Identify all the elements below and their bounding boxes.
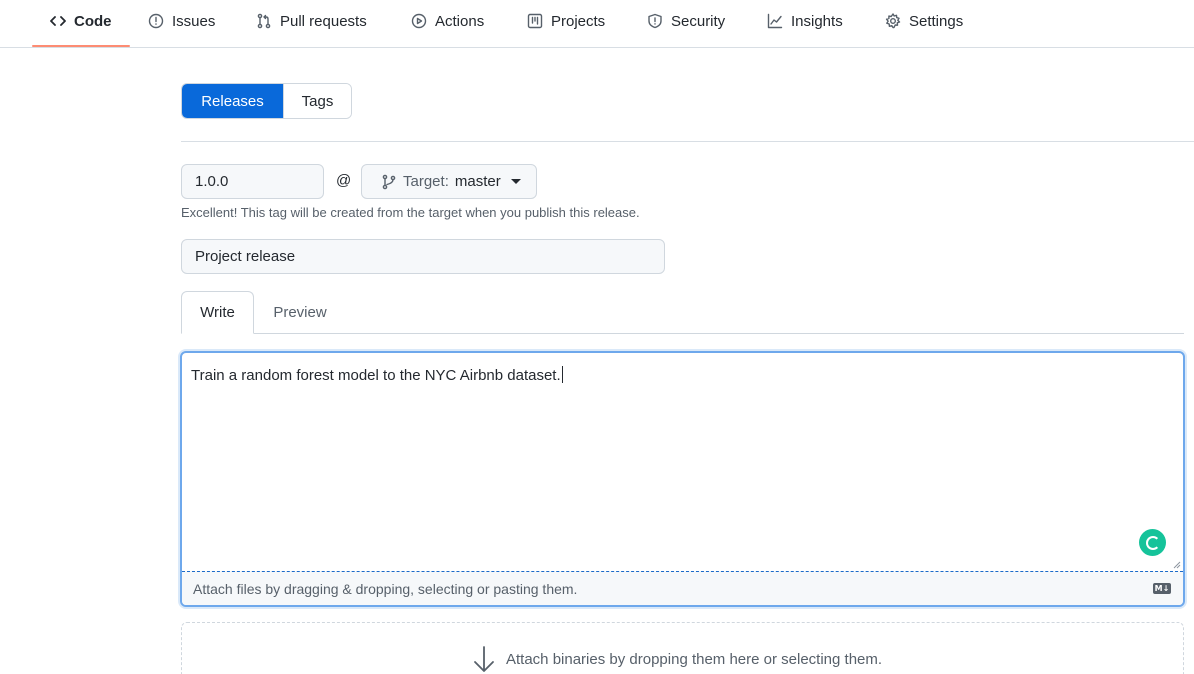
tab-insights[interactable]: Insights <box>767 0 843 48</box>
tab-code[interactable]: Code <box>50 0 112 48</box>
tab-write[interactable]: Write <box>181 291 254 334</box>
binaries-dropzone-content: Attach binaries by dropping them here or… <box>472 645 882 673</box>
attach-files-bar[interactable]: Attach files by dragging & dropping, sel… <box>182 571 1183 605</box>
tab-issues[interactable]: Issues <box>148 0 215 48</box>
releases-button[interactable]: Releases <box>182 84 283 118</box>
tab-security[interactable]: Security <box>647 0 725 48</box>
text-cursor <box>561 366 563 383</box>
release-title-input[interactable]: Project release <box>181 239 665 274</box>
binaries-hint: Attach binaries by dropping them here or… <box>506 650 883 668</box>
target-branch-dropdown[interactable]: Target: master <box>361 164 537 199</box>
section-divider <box>181 141 1194 142</box>
binaries-dropzone[interactable]: Attach binaries by dropping them here or… <box>181 622 1184 674</box>
target-value: master <box>454 173 501 190</box>
tab-actions[interactable]: Actions <box>411 0 484 48</box>
issue-opened-icon <box>148 13 164 29</box>
tab-insights-label: Insights <box>791 12 843 30</box>
tag-version-input[interactable]: 1.0.0 <box>181 164 324 199</box>
repo-nav: Code Issues Pull requests Actions Projec… <box>0 0 1194 48</box>
table-icon <box>527 13 543 29</box>
tags-button[interactable]: Tags <box>283 84 351 118</box>
description-text: Train a random forest model to the NYC A… <box>191 367 561 384</box>
tab-pull-requests-label: Pull requests <box>280 12 367 30</box>
markdown-icon[interactable]: M↓ <box>1153 583 1171 594</box>
tab-security-label: Security <box>671 12 726 30</box>
tab-code-label: Code <box>74 12 112 30</box>
git-pull-request-icon <box>257 13 271 29</box>
code-icon <box>50 16 66 26</box>
git-branch-icon <box>382 174 396 189</box>
tag-hint: Excellent! This tag will be created from… <box>181 205 640 220</box>
tab-preview[interactable]: Preview <box>262 291 338 334</box>
release-description-editor[interactable]: Train a random forest model to the NYC A… <box>180 351 1185 607</box>
gear-icon <box>885 13 901 29</box>
selected-tab-underline <box>32 45 130 47</box>
grammarly-icon[interactable] <box>1139 529 1166 556</box>
target-label: Target: <box>403 173 449 190</box>
tab-issues-label: Issues <box>172 12 216 30</box>
releases-tags-toggle: Releases Tags <box>181 83 352 119</box>
at-separator: @ <box>336 172 352 189</box>
tab-settings[interactable]: Settings <box>885 0 963 48</box>
chevron-down-icon <box>510 179 521 184</box>
tab-projects-label: Projects <box>551 12 606 30</box>
tab-actions-label: Actions <box>435 12 485 30</box>
tab-pull-requests[interactable]: Pull requests <box>256 0 367 48</box>
tab-settings-label: Settings <box>909 12 964 30</box>
grammarly-g-glyph <box>1145 535 1160 550</box>
graph-icon <box>767 13 783 29</box>
attach-files-hint: Attach files by dragging & dropping, sel… <box>193 580 578 597</box>
resize-handle-icon[interactable] <box>1173 561 1181 569</box>
play-icon <box>411 13 427 29</box>
shield-icon <box>648 13 662 29</box>
tab-projects[interactable]: Projects <box>527 0 605 48</box>
description-textarea[interactable]: Train a random forest model to the NYC A… <box>191 366 563 384</box>
arrow-down-icon <box>474 646 494 672</box>
